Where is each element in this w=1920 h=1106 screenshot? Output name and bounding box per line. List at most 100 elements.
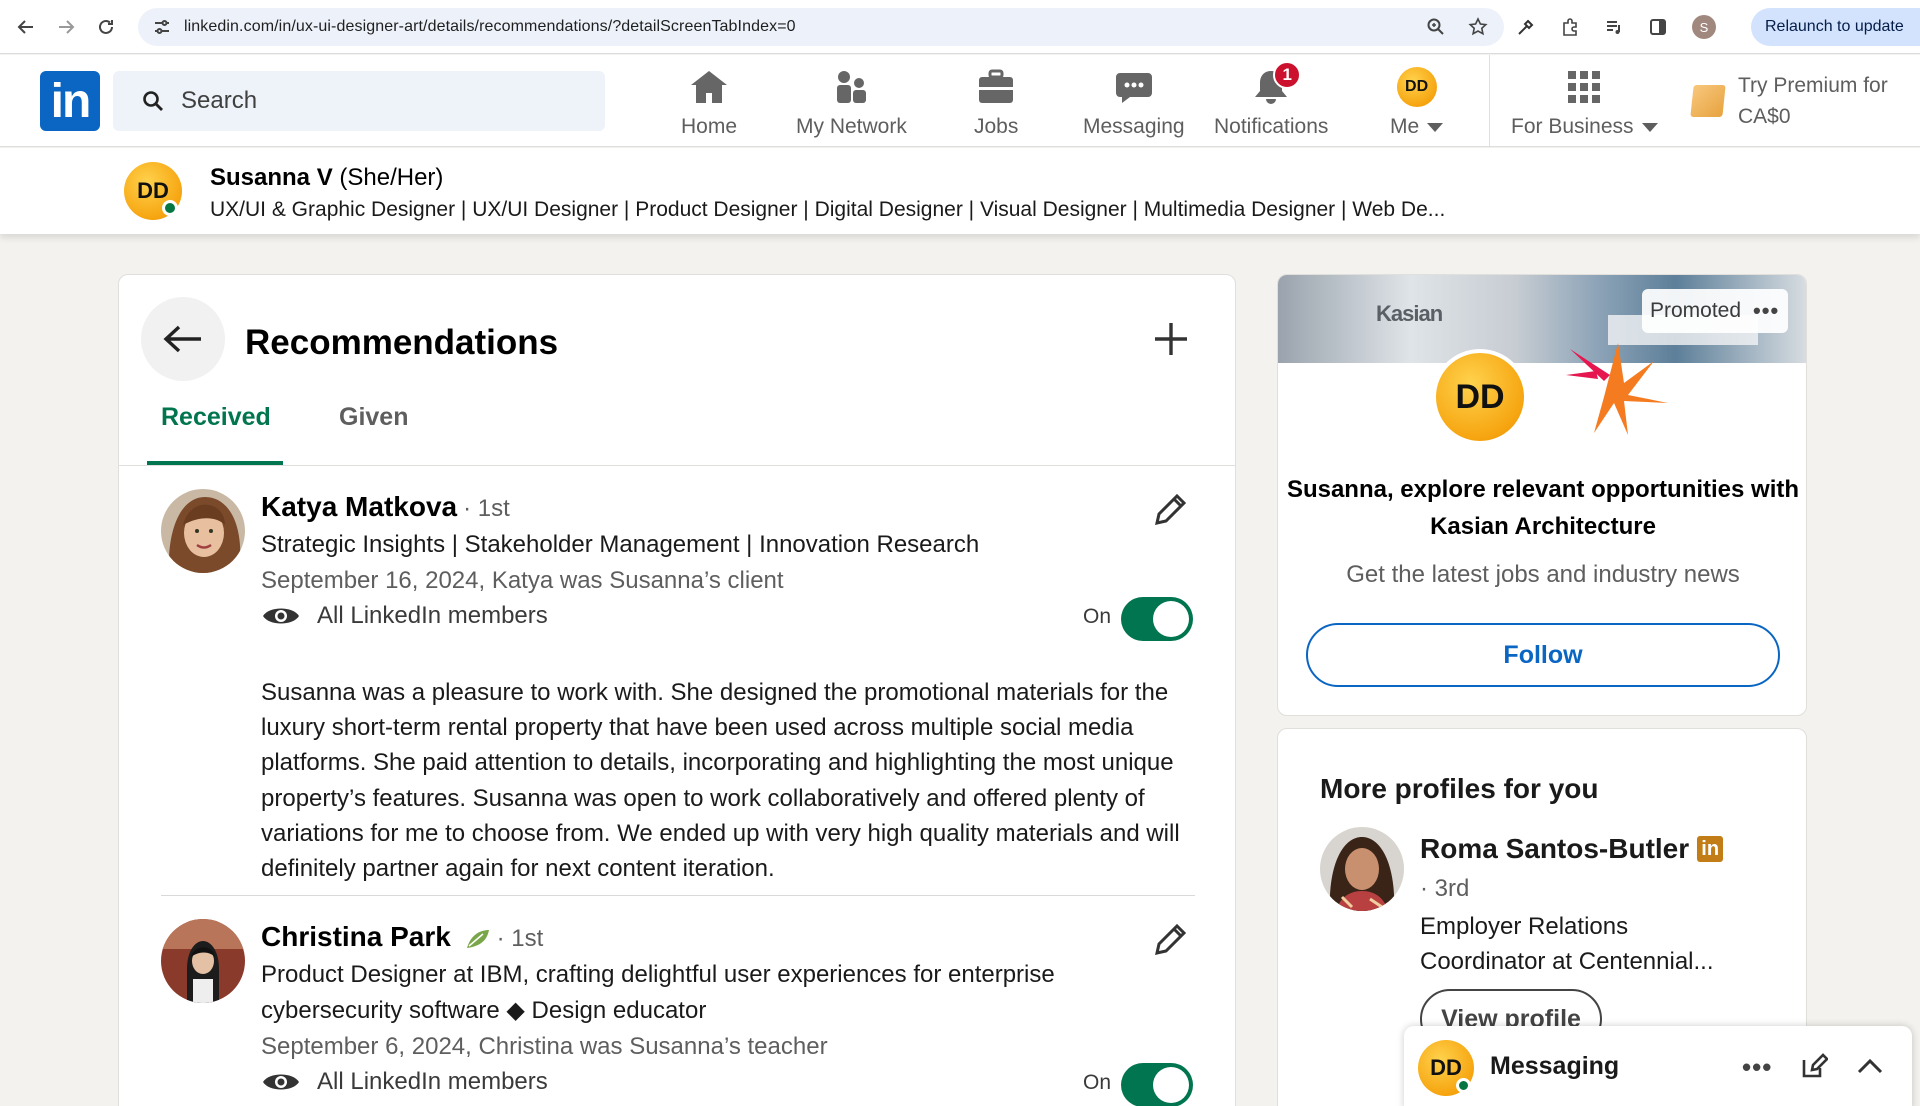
visibility-toggle[interactable] <box>1121 1063 1193 1106</box>
messaging-label[interactable]: Messaging <box>1490 1052 1619 1081</box>
pencil-icon[interactable] <box>1149 489 1191 531</box>
nav-for-business[interactable]: For Business <box>1511 67 1658 139</box>
nav-jobs[interactable]: Jobs <box>974 67 1018 139</box>
member-logo: DD <box>1432 349 1528 445</box>
home-icon <box>689 67 729 107</box>
premium-line-2: CA$0 <box>1738 105 1791 128</box>
linkedin-premium-badge-icon: in <box>1697 836 1724 862</box>
back-arrow-icon[interactable] <box>12 13 40 41</box>
profile-name[interactable]: Susanna V <box>210 164 333 191</box>
reload-icon[interactable] <box>92 13 120 41</box>
nav-notifications-label: Notifications <box>1214 115 1329 138</box>
network-icon <box>831 67 871 107</box>
zoom-icon[interactable] <box>1426 17 1446 37</box>
leaf-icon <box>466 929 489 948</box>
promoted-label[interactable]: Promoted ••• <box>1642 289 1788 333</box>
add-recommendation-button[interactable] <box>1149 317 1193 361</box>
messaging-dock[interactable]: DD Messaging ••• <box>1404 1026 1912 1106</box>
profile-headline: UX/UI & Graphic Designer | UX/UI Designe… <box>210 198 1446 221</box>
toggle-knob <box>1153 1067 1189 1103</box>
back-button[interactable] <box>141 297 225 381</box>
linkedin-logo[interactable]: in <box>40 71 100 131</box>
avatar[interactable] <box>161 489 245 573</box>
recommendations-card: Recommendations Received Given Katya Mat… <box>118 274 1236 1106</box>
avatar[interactable] <box>161 919 245 1003</box>
profile-suggestion-name[interactable]: Roma Santos-Butler <box>1420 833 1689 865</box>
recommender-headline: Product Designer at IBM, crafting deligh… <box>261 961 1055 1024</box>
grid-icon <box>1564 67 1604 107</box>
tune-icon[interactable] <box>152 17 172 37</box>
nav-my-network-label: My Network <box>796 115 907 138</box>
star-icon[interactable] <box>1468 17 1488 37</box>
nav-divider <box>1489 55 1490 147</box>
address-bar[interactable]: linkedin.com/in/ux-ui-designer-art/detai… <box>138 8 1504 46</box>
nav-me[interactable]: DD Me <box>1390 67 1444 139</box>
recommendation-date: September 16, 2024, Katya was Susanna’s … <box>261 567 784 594</box>
linkedin-global-nav: in Search Home My Network Jobs Messaging… <box>0 55 1920 147</box>
recommendation-date: September 6, 2024, Christina was Susanna… <box>261 1033 828 1060</box>
recommender-name[interactable]: Christina Park <box>261 921 451 952</box>
recommendation-item: Katya Matkova · 1st Strategic Insights | … <box>161 489 1195 889</box>
try-premium-link[interactable]: Try Premium for CA$0 <box>1690 71 1892 131</box>
recommendation-text: Susanna was a pleasure to work with. She… <box>261 679 1180 883</box>
plus-icon <box>1155 323 1187 355</box>
eye-icon <box>263 608 299 624</box>
visibility-label: All LinkedIn members <box>317 602 548 629</box>
compose-icon[interactable] <box>1800 1052 1828 1080</box>
caret-down-icon <box>1427 122 1444 132</box>
follow-button[interactable]: Follow <box>1306 623 1780 687</box>
forward-arrow-icon[interactable] <box>52 13 80 41</box>
back-arrow-icon <box>163 325 201 353</box>
notification-badge: 1 <box>1273 61 1302 89</box>
search-input[interactable]: Search <box>113 71 605 131</box>
visibility-toggle[interactable] <box>1121 597 1193 641</box>
nav-my-network[interactable]: My Network <box>796 67 907 139</box>
avatar[interactable] <box>1320 827 1404 911</box>
eyedropper-icon[interactable] <box>1516 17 1536 37</box>
more-options-icon[interactable]: ••• <box>1753 298 1779 324</box>
url-text[interactable]: linkedin.com/in/ux-ui-designer-art/detai… <box>184 18 796 36</box>
more-options-icon[interactable]: ••• <box>1742 1052 1772 1083</box>
me-avatar: DD <box>1396 67 1437 107</box>
kasian-logo[interactable] <box>1558 339 1686 439</box>
online-status-dot <box>1456 1078 1471 1093</box>
nav-for-business-label: For Business <box>1511 115 1634 138</box>
caret-down-icon <box>1641 122 1658 132</box>
profile-pronouns: (She/Her) <box>339 164 444 191</box>
media-queue-icon[interactable] <box>1604 17 1624 37</box>
nav-messaging-label: Messaging <box>1083 115 1185 138</box>
promoted-text: Promoted <box>1650 299 1742 322</box>
nav-me-label: Me <box>1390 115 1420 138</box>
browser-profile-avatar[interactable]: S <box>1692 15 1716 39</box>
profile-suggestion-role: Employer Relations Coordinator at Centen… <box>1420 913 1714 975</box>
profile-avatar[interactable]: DD <box>124 162 182 220</box>
messaging-icon <box>1114 67 1154 107</box>
pencil-icon[interactable] <box>1149 919 1191 961</box>
connection-degree: · 1st <box>463 495 510 522</box>
extension-icon[interactable] <box>1560 17 1580 37</box>
nav-messaging[interactable]: Messaging <box>1083 67 1185 139</box>
connection-degree: · 3rd <box>1420 875 1470 902</box>
messaging-avatar: DD <box>1418 1040 1474 1096</box>
promoted-ad-card: Kasian Promoted ••• DD Susanna, explore … <box>1277 274 1807 716</box>
nav-home-label: Home <box>681 115 738 138</box>
tab-given[interactable]: Given <box>339 403 408 432</box>
page-title: Recommendations <box>245 323 559 362</box>
ad-headline: Susanna, explore relevant opportunities … <box>1286 476 1800 540</box>
nav-notifications[interactable]: 1 Notifications <box>1214 61 1329 139</box>
side-panel-icon[interactable] <box>1648 17 1668 37</box>
recommender-headline: Strategic Insights | Stakeholder Managem… <box>261 531 980 558</box>
item-divider <box>161 895 1195 896</box>
search-icon <box>143 91 163 111</box>
browser-toolbar: linkedin.com/in/ux-ui-designer-art/detai… <box>0 0 1920 54</box>
connection-degree: · 1st <box>496 925 544 952</box>
relaunch-button[interactable]: Relaunch to update <box>1751 8 1920 46</box>
tab-received[interactable]: Received <box>161 403 271 432</box>
nav-home[interactable]: Home <box>681 67 737 139</box>
recommender-name[interactable]: Katya Matkova <box>261 491 457 522</box>
chevron-up-icon[interactable] <box>1856 1052 1884 1080</box>
eye-icon <box>263 1074 299 1090</box>
premium-icon <box>1690 85 1726 117</box>
visibility-label: All LinkedIn members <box>317 1068 548 1095</box>
banner-brand-text: Kasian <box>1376 301 1443 326</box>
